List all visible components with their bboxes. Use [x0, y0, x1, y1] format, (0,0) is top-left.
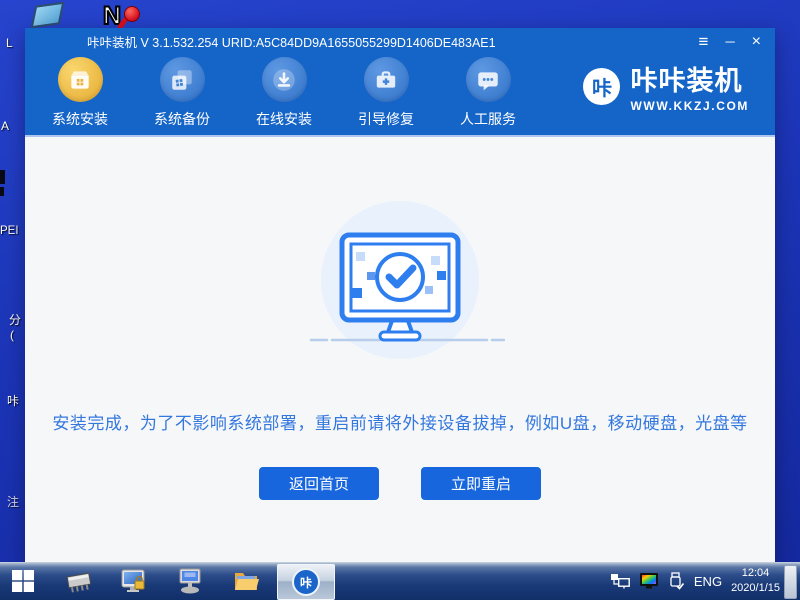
nav-item-label: 在线安装 — [256, 109, 312, 129]
nav-item-system-backup[interactable]: 系统备份 — [142, 55, 222, 135]
titlebar: 咔咔装机 V 3.1.532.254 URID:A5C84DD9A1655055… — [25, 28, 775, 55]
desktop-label-fragment: ( — [10, 328, 14, 342]
desktop-label-fragment: 注 — [7, 493, 19, 510]
desktop-icon-fragment — [0, 170, 5, 184]
desktop-label-fragment: PEI — [0, 225, 19, 237]
app-window: 咔咔装机 V 3.1.532.254 URID:A5C84DD9A1655055… — [25, 28, 775, 562]
taskbar-clock[interactable]: 12:04 2020/1/15 — [731, 566, 780, 596]
chat-bubble-icon — [466, 57, 511, 102]
red-key-head-icon — [124, 6, 140, 22]
desktop-label-fragment: 咔 — [7, 392, 19, 409]
system-install-box-icon — [58, 57, 103, 102]
desktop-background: N L A PEI 分 ( 咔 注 咔咔装机 V 3.1.532.254 URI… — [0, 0, 800, 600]
show-desktop-button[interactable] — [784, 565, 797, 599]
start-button[interactable] — [12, 570, 34, 597]
windows-logo-icon — [12, 570, 34, 592]
desktop-icon-fragment — [0, 187, 4, 196]
network-icon[interactable] — [610, 573, 630, 589]
taskbar-computer-icon[interactable] — [175, 566, 205, 596]
language-indicator[interactable]: ENG — [694, 574, 722, 589]
taskbar-folder-icon[interactable] — [231, 566, 261, 596]
download-icon — [262, 57, 307, 102]
clock-date: 2020/1/15 — [731, 581, 780, 596]
window-title: 咔咔装机 V 3.1.532.254 URID:A5C84DD9A1655055… — [25, 32, 699, 51]
return-home-button[interactable]: 返回首页 — [259, 467, 379, 500]
system-backup-icon — [160, 57, 205, 102]
menu-icon[interactable]: ≡ — [699, 33, 709, 50]
close-icon[interactable]: × — [752, 34, 761, 50]
system-tray: ENG 12:04 2020/1/15 — [610, 562, 780, 600]
brand-logo-icon: 咔 — [583, 68, 620, 105]
taskbar-screenshot-tool-icon[interactable] — [119, 566, 149, 596]
nav-item-label: 系统安装 — [52, 109, 108, 129]
display-settings-icon[interactable] — [639, 573, 659, 590]
desktop-label-fragment: 分 — [9, 311, 21, 328]
desktop-label-fragment: L — [6, 36, 13, 50]
completion-message: 安装完成，为了不影响系统部署，重启前请将外接设备拔掉，例如U盘，移动硬盘，光盘等 — [25, 409, 775, 434]
nav-item-label: 系统备份 — [154, 109, 210, 129]
taskbar: 咔 ENG 12:04 2020/1/15 — [0, 562, 800, 600]
brand-text: 咔咔装机 WWW.KKZJ.COM — [630, 68, 749, 113]
nav-item-label: 人工服务 — [460, 109, 516, 129]
nav-item-label: 引导修复 — [358, 109, 414, 129]
nav-item-manual-service[interactable]: 人工服务 — [448, 55, 528, 135]
taskbar-kaka-app-button[interactable]: 咔 — [277, 564, 335, 600]
clock-time: 12:04 — [731, 566, 780, 581]
action-buttons: 返回首页 立即重启 — [25, 467, 775, 500]
nav-bar: 系统安装 系统备份 — [25, 55, 775, 137]
usb-device-icon[interactable] — [668, 572, 685, 590]
monitor-checkmark-illustration — [295, 223, 505, 345]
minimize-icon[interactable]: ─ — [725, 35, 734, 48]
nav-item-system-install[interactable]: 系统安装 — [40, 55, 120, 135]
taskbar-memory-chip-icon[interactable] — [64, 566, 94, 596]
window-controls: ≡ ─ × — [699, 33, 775, 50]
nav-item-boot-repair[interactable]: 引导修复 — [346, 55, 426, 135]
restart-now-button[interactable]: 立即重启 — [421, 467, 541, 500]
desktop-label-fragment: A — [1, 119, 9, 133]
main-content: 安装完成，为了不影响系统部署，重启前请将外接设备拔掉，例如U盘，移动硬盘，光盘等… — [25, 137, 775, 562]
brand-name: 咔咔装机 — [630, 68, 749, 95]
nav-item-online-install[interactable]: 在线安装 — [244, 55, 324, 135]
kaka-logo-icon: 咔 — [292, 568, 320, 596]
desktop-display-panel-icon[interactable] — [31, 2, 65, 29]
brand-logo: 咔 咔咔装机 WWW.KKZJ.COM — [583, 68, 749, 113]
brand-site: WWW.KKZJ.COM — [630, 99, 749, 113]
toolbox-icon — [364, 57, 409, 102]
